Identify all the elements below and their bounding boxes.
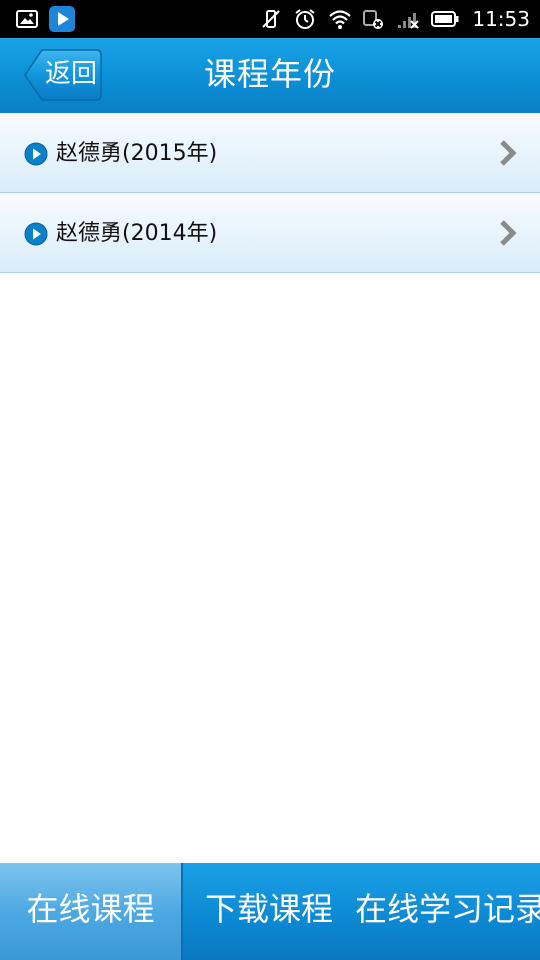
status-time: 11:53 bbox=[472, 7, 530, 31]
data-off-icon bbox=[362, 8, 384, 30]
wifi-icon bbox=[328, 8, 352, 30]
course-year-list: 赵德勇(2015年) 赵德勇(2014年) bbox=[0, 113, 540, 273]
list-item[interactable]: 赵德勇(2014年) bbox=[0, 193, 540, 273]
signal-icon bbox=[396, 8, 420, 30]
list-item-label: 赵德勇(2014年) bbox=[56, 221, 218, 246]
list-item[interactable]: 赵德勇(2015年) bbox=[0, 113, 540, 193]
bottom-tab-bar: 在线课程 下载课程 在线学习记录 bbox=[0, 863, 540, 960]
back-button-label: 返回 bbox=[44, 59, 97, 89]
battery-icon bbox=[430, 8, 460, 30]
chevron-right-icon bbox=[500, 140, 517, 166]
tab-online-study-records[interactable]: 在线学习记录 bbox=[355, 863, 540, 960]
tab-online-courses[interactable]: 在线课程 bbox=[0, 863, 183, 960]
play-bullet-icon bbox=[24, 142, 48, 166]
status-right: 11:53 bbox=[260, 6, 530, 32]
alarm-icon bbox=[294, 8, 316, 30]
list-item-label: 赵德勇(2015年) bbox=[56, 141, 218, 166]
back-button[interactable]: 返回 bbox=[24, 49, 102, 101]
status-bar: 11:53 bbox=[0, 0, 540, 38]
tab-download-courses[interactable]: 下载课程 bbox=[183, 863, 355, 960]
status-left bbox=[16, 6, 76, 32]
vibrate-off-icon bbox=[260, 8, 282, 30]
play-store-icon bbox=[48, 5, 76, 33]
play-bullet-icon bbox=[24, 222, 48, 246]
image-icon bbox=[16, 8, 38, 30]
title-bar: 课程年份 返回 bbox=[0, 38, 540, 114]
chevron-right-icon bbox=[500, 220, 517, 246]
